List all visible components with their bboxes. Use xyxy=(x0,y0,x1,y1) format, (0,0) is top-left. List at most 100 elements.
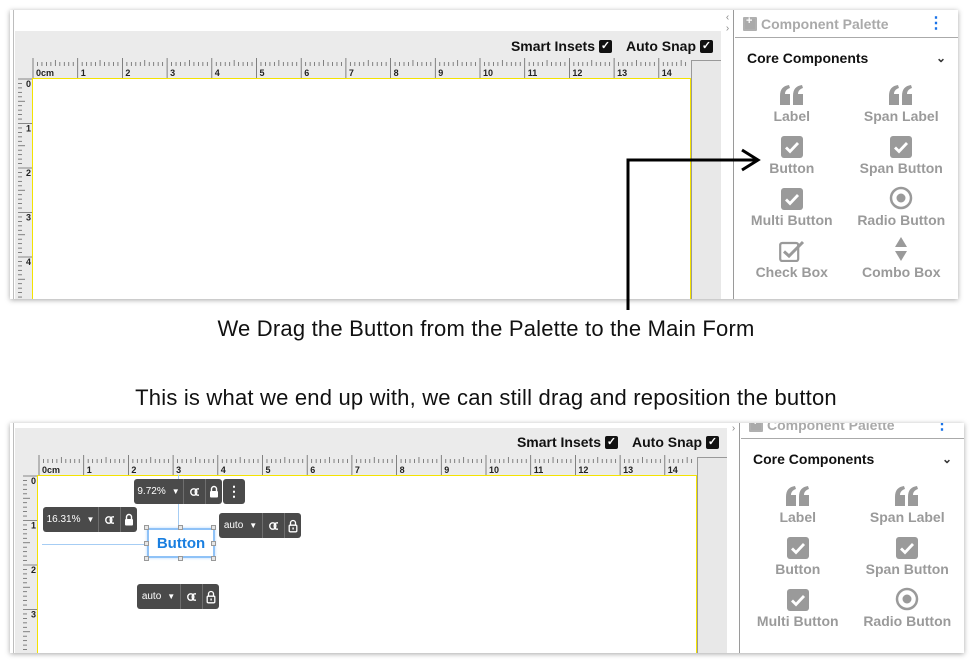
quote-icon xyxy=(785,479,811,507)
chevron-down-icon[interactable]: ⌄ xyxy=(942,452,952,466)
palette-item-label: Span Button xyxy=(865,561,949,577)
resize-handle-se[interactable] xyxy=(211,556,216,561)
smart-insets-checkbox[interactable]: ✓ xyxy=(599,39,612,53)
add-component-icon xyxy=(743,15,757,31)
form-designer: Smart Insets ✓ Auto Snap ✓ 0cm 1 2 3 4 5 6 7 8 9 1… xyxy=(15,423,727,653)
auto-snap-toggle[interactable]: Auto Snap ✓ xyxy=(626,38,713,54)
palette-item-label: Multi Button xyxy=(750,212,833,228)
resize-handle-w[interactable] xyxy=(144,541,149,546)
palette-item-radio-button[interactable]: Radio Button xyxy=(847,182,957,228)
check-square-icon xyxy=(786,583,809,611)
screenshot-before: Smart Insets ✓ Auto Snap ✓ 0cm 1 2 3 4 5 6 7 8 9 1… xyxy=(10,10,958,299)
bottom-inset-control: auto ▼ xyxy=(137,584,219,609)
link-icon xyxy=(105,515,114,524)
palette-item-radio-button[interactable]: Radio Button xyxy=(853,583,963,629)
ruler-label: 8 xyxy=(400,465,405,475)
designer-options: Smart Insets ✓ Auto Snap ✓ xyxy=(517,434,719,450)
resize-handle-nw[interactable] xyxy=(144,525,149,530)
palette-item-multi-button[interactable]: Multi Button xyxy=(737,182,847,228)
main-form-canvas[interactable] xyxy=(32,78,691,299)
smart-insets-toggle[interactable]: Smart Insets ✓ xyxy=(511,38,612,54)
quote-icon xyxy=(779,78,805,106)
resize-handle-sw[interactable] xyxy=(144,556,149,561)
ruler-label: 6 xyxy=(310,465,315,475)
left-inset-dropdown[interactable]: 16.31% ▼ xyxy=(43,507,99,532)
resize-handle-s[interactable] xyxy=(178,556,183,561)
unlock-icon xyxy=(288,519,298,532)
caption-result: This is what we end up with, we can stil… xyxy=(135,385,837,410)
ruler-label: 10 xyxy=(483,68,493,78)
top-lock-button[interactable] xyxy=(206,479,222,504)
palette-collapse-toggle[interactable]: › xyxy=(728,423,740,653)
palette-header: Component Palette ⋮ xyxy=(741,423,964,439)
bottom-unlock-button[interactable] xyxy=(203,584,219,609)
resize-handle-n[interactable] xyxy=(178,525,183,530)
link-icon xyxy=(269,521,278,530)
palette-item-label: Combo Box xyxy=(861,264,941,280)
left-lock-button[interactable] xyxy=(121,507,137,532)
ruler-label: 14 xyxy=(662,68,672,78)
right-inset-dropdown[interactable]: auto ▼ xyxy=(219,513,263,538)
link-icon xyxy=(187,592,196,601)
palette-item-label: Label xyxy=(773,108,811,124)
auto-snap-checkbox[interactable]: ✓ xyxy=(700,39,713,53)
top-link-button[interactable] xyxy=(184,479,206,504)
check-square-icon xyxy=(786,531,809,559)
palette-item-label: Button xyxy=(769,160,815,176)
left-inset-guide xyxy=(42,544,152,545)
ruler-label: 12 xyxy=(578,465,588,475)
ruler-label: 6 xyxy=(304,68,309,78)
caret-down-icon: ▼ xyxy=(171,487,180,496)
smart-insets-checkbox[interactable]: ✓ xyxy=(605,435,618,449)
caption-drag: We Drag the Button from the Palette to t… xyxy=(217,316,755,341)
smart-insets-toggle[interactable]: Smart Insets ✓ xyxy=(517,434,618,450)
component-grid: Label Span Label Button Span Button Multi Bu… xyxy=(741,479,964,629)
add-component-icon xyxy=(749,423,763,432)
palette-item-span-label[interactable]: Span Label xyxy=(847,78,957,124)
palette-item-label[interactable]: Label xyxy=(737,78,847,124)
right-unlock-button[interactable] xyxy=(285,513,301,538)
placed-button[interactable]: Button xyxy=(147,528,215,558)
core-components-section[interactable]: Core Components ⌄ xyxy=(735,38,958,78)
ruler-label: 3 xyxy=(31,610,36,620)
resize-handle-ne[interactable] xyxy=(211,525,216,530)
bottom-inset-dropdown[interactable]: auto ▼ xyxy=(137,584,181,609)
chevron-down-icon[interactable]: ⌄ xyxy=(936,51,946,65)
ruler-label: 0cm xyxy=(42,465,60,475)
palette-item-label: Span Label xyxy=(869,509,945,525)
ruler-label: 13 xyxy=(623,465,633,475)
right-link-button[interactable] xyxy=(263,513,285,538)
palette-item-check-box[interactable]: Check Box xyxy=(737,234,847,280)
unlock-icon xyxy=(206,590,216,603)
ruler-label: 2 xyxy=(125,68,130,78)
palette-item-combo-box[interactable]: Combo Box xyxy=(847,234,957,280)
palette-item-span-button[interactable]: Span Button xyxy=(847,130,957,176)
caret-down-icon: ▼ xyxy=(86,515,95,524)
palette-menu-icon[interactable]: ⋮ xyxy=(934,423,950,432)
auto-snap-toggle[interactable]: Auto Snap ✓ xyxy=(632,434,719,450)
palette-collapse-toggle[interactable]: ‹ › xyxy=(722,10,734,299)
top-inset-dropdown[interactable]: 9.72% ▼ xyxy=(134,479,184,504)
ruler-label: 9 xyxy=(444,465,449,475)
ruler-label: 13 xyxy=(617,68,627,78)
palette-item-span-button[interactable]: Span Button xyxy=(853,531,963,577)
palette-item-span-label[interactable]: Span Label xyxy=(853,479,963,525)
palette-item-label: Radio Button xyxy=(857,212,946,228)
more-options-button[interactable]: ⋮ xyxy=(223,479,245,504)
palette-item-label[interactable]: Label xyxy=(743,479,853,525)
ruler-label: 2 xyxy=(31,565,36,575)
palette-menu-icon[interactable]: ⋮ xyxy=(928,15,944,31)
lock-icon xyxy=(125,513,133,526)
ruler-label: 1 xyxy=(26,124,31,134)
bottom-link-button[interactable] xyxy=(181,584,203,609)
resize-handle-e[interactable] xyxy=(211,541,216,546)
palette-item-label: Label xyxy=(779,509,817,525)
palette-item-button[interactable]: Button xyxy=(737,130,847,176)
palette-item-multi-button[interactable]: Multi Button xyxy=(743,583,853,629)
palette-item-button[interactable]: Button xyxy=(743,531,853,577)
left-link-button[interactable] xyxy=(99,507,121,532)
auto-snap-checkbox[interactable]: ✓ xyxy=(706,435,719,449)
ruler-label: 4 xyxy=(215,68,220,78)
ruler-label: 8 xyxy=(394,68,399,78)
core-components-section[interactable]: Core Components ⌄ xyxy=(741,439,964,479)
